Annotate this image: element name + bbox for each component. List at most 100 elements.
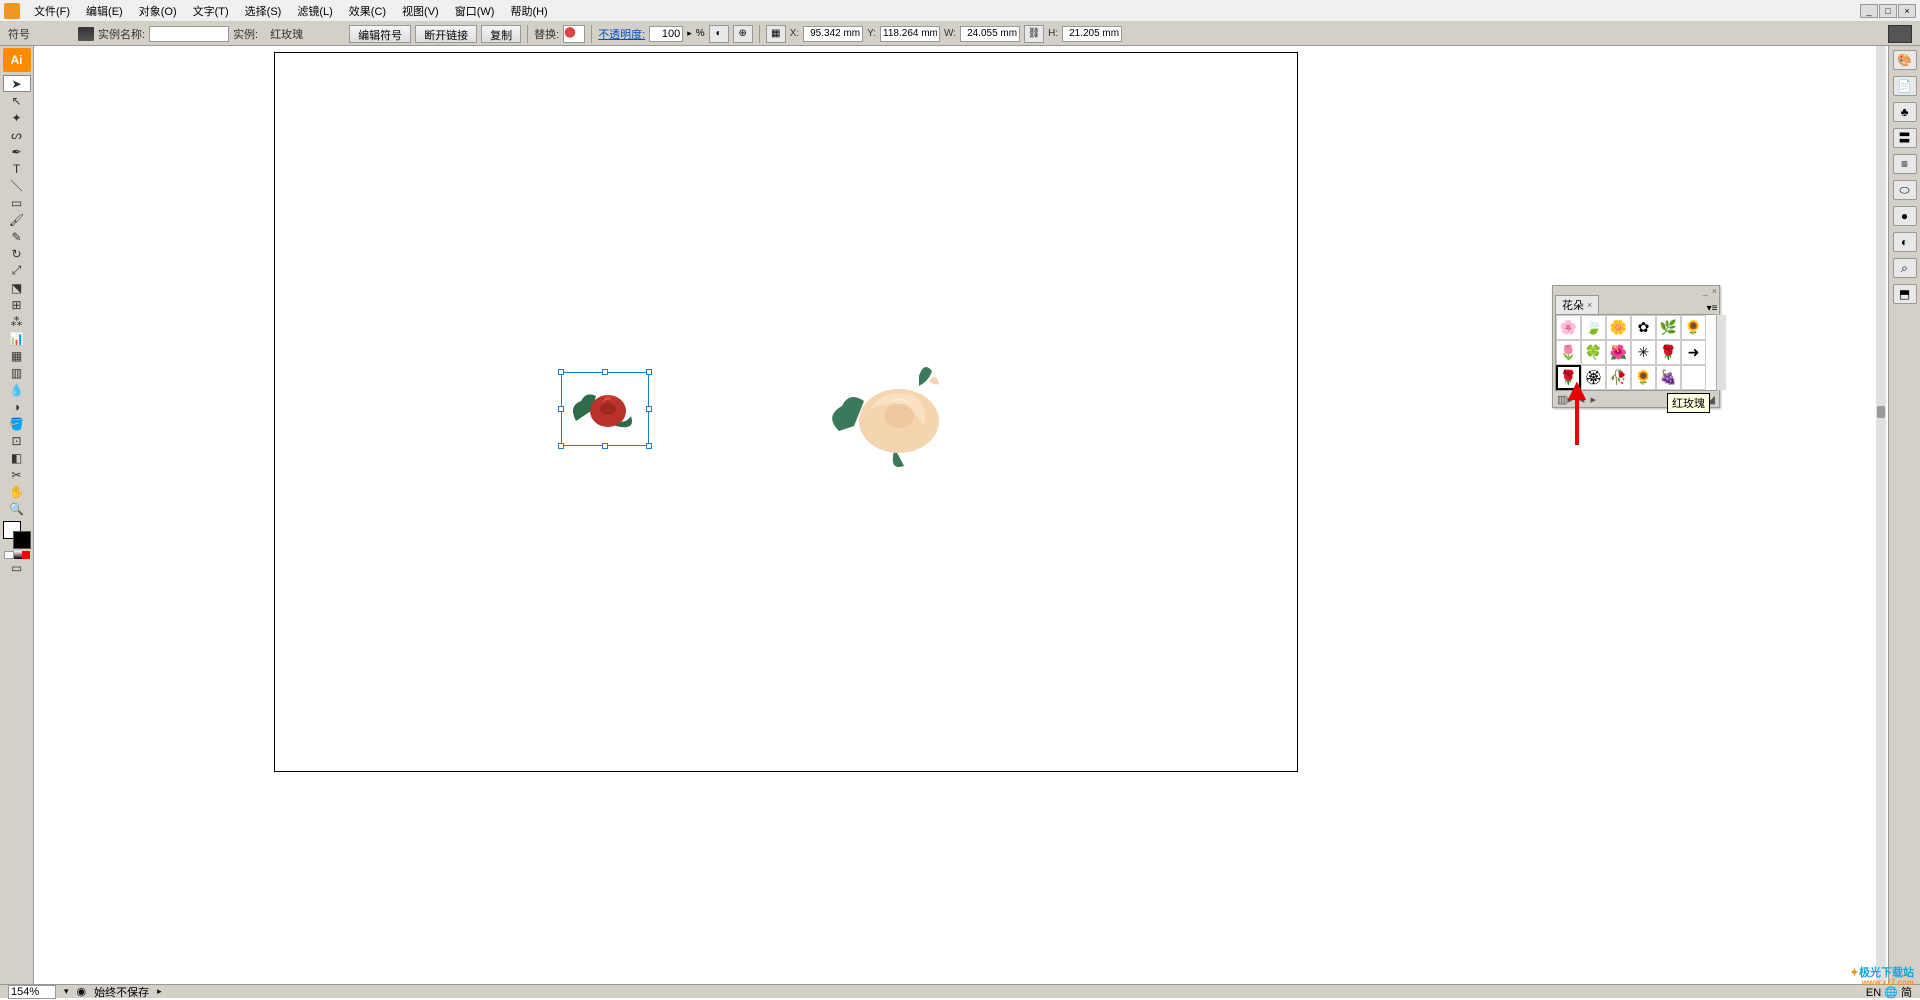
panel-tab-flowers[interactable]: 花朵 × (1555, 295, 1599, 314)
mesh-tool[interactable]: ▦ (3, 347, 31, 364)
h-input[interactable] (1062, 26, 1122, 42)
x-input[interactable] (803, 26, 863, 42)
panel-close-icon[interactable]: × (1712, 286, 1717, 298)
w-input[interactable] (960, 26, 1020, 42)
symbol-cell[interactable]: 🌻 (1681, 315, 1706, 340)
symbol-cell[interactable]: 🌺 (1606, 340, 1631, 365)
gradient-tool[interactable]: ▥ (3, 364, 31, 381)
crop-tool[interactable]: ⊡ (3, 432, 31, 449)
type-tool[interactable]: T (3, 160, 31, 177)
eraser-tool[interactable]: ◧ (3, 449, 31, 466)
panel-min-icon[interactable]: _ (1703, 286, 1708, 298)
reference-point-icon[interactable]: ▦ (766, 25, 786, 43)
style-icon[interactable]: ◐ (709, 25, 729, 43)
tab-close-icon[interactable]: × (1587, 300, 1592, 310)
zoom-tool[interactable]: 🔍 (3, 500, 31, 517)
symbol-cell[interactable]: 🌻 (1631, 365, 1656, 390)
dock-swatch-icon[interactable]: ♣ (1893, 102, 1917, 122)
magic-wand-tool[interactable]: ✦ (3, 109, 31, 126)
menu-file[interactable]: 文件(F) (26, 1, 78, 21)
symbol-cell[interactable]: ✳ (1631, 340, 1656, 365)
dock-symbol-icon[interactable]: ⬒ (1893, 284, 1917, 304)
handle-tm[interactable] (602, 369, 608, 375)
symbol-cell[interactable]: 🌿 (1656, 315, 1681, 340)
dock-trans-icon[interactable]: ⬭ (1893, 180, 1917, 200)
menu-object[interactable]: 对象(O) (131, 1, 185, 21)
stroke-swatch[interactable] (13, 531, 31, 549)
rectangle-tool[interactable]: ▭ (3, 194, 31, 211)
handle-br[interactable] (646, 443, 652, 449)
panel-toggle-icon[interactable] (1888, 25, 1912, 43)
opacity-input[interactable] (649, 26, 683, 42)
handle-mr[interactable] (646, 406, 652, 412)
menu-filter[interactable]: 滤镜(L) (289, 1, 340, 21)
screen-mode-tool[interactable]: ▭ (3, 559, 31, 576)
symbol-cell[interactable]: ➜ (1681, 340, 1706, 365)
dock-color-icon[interactable]: 🎨 (1893, 50, 1917, 70)
duplicate-button[interactable]: 复制 (481, 25, 521, 43)
menu-effect[interactable]: 效果(C) (341, 1, 394, 21)
dock-doc-icon[interactable]: 📄 (1893, 76, 1917, 96)
opacity-label[interactable]: 不透明度: (598, 26, 645, 42)
zoom-dropdown-icon[interactable]: ▾ (64, 986, 69, 997)
free-transform-tool[interactable]: ⊞ (3, 296, 31, 313)
maximize-button[interactable]: □ (1879, 4, 1897, 18)
panel-scrollbar[interactable] (1716, 315, 1726, 390)
symbol-cell[interactable]: 🍃 (1581, 315, 1606, 340)
symbol-sprayer-tool[interactable]: ⁂ (3, 313, 31, 330)
direct-selection-tool[interactable]: ↖ (3, 92, 31, 109)
symbol-cell[interactable] (1681, 365, 1706, 390)
opacity-arrow-icon[interactable]: ▸ (687, 28, 692, 39)
handle-ml[interactable] (558, 406, 564, 412)
hand-tool[interactable]: ✋ (3, 483, 31, 500)
handle-tr[interactable] (646, 369, 652, 375)
dock-graphic-icon[interactable]: ◐ (1893, 232, 1917, 252)
fill-stroke-swatch[interactable] (3, 521, 31, 549)
selection-tool[interactable]: ➤ (3, 75, 31, 92)
symbol-cell[interactable]: 🌷 (1556, 340, 1581, 365)
rotate-tool[interactable]: ↻ (3, 245, 31, 262)
selection-bbox[interactable] (561, 372, 649, 446)
handle-bm[interactable] (602, 443, 608, 449)
close-button[interactable]: × (1898, 4, 1916, 18)
next-icon[interactable]: ▸ (1590, 393, 1596, 406)
menu-edit[interactable]: 编辑(E) (78, 1, 131, 21)
break-link-button[interactable]: 断开链接 (415, 25, 477, 43)
handle-tl[interactable] (558, 369, 564, 375)
y-input[interactable] (880, 26, 940, 42)
dock-layers-icon[interactable]: ⌕ (1893, 258, 1917, 278)
panel-menu-icon[interactable]: ▾≡ (1705, 303, 1719, 314)
recolor-icon[interactable]: ⊕ (733, 25, 753, 43)
zoom-input[interactable]: 154% (8, 985, 56, 999)
doc-nav-icon[interactable]: ◉ (77, 985, 87, 998)
paintbrush-tool[interactable]: 🖌 (3, 211, 31, 228)
live-paint-tool[interactable]: 🪣 (3, 415, 31, 432)
graph-tool[interactable]: 📊 (3, 330, 31, 347)
symbol-cell[interactable]: 🍇 (1656, 365, 1681, 390)
menu-window[interactable]: 窗口(W) (447, 1, 503, 21)
dock-appear-icon[interactable]: ● (1893, 206, 1917, 226)
warp-tool[interactable]: ⬔ (3, 279, 31, 296)
symbol-cell[interactable]: 🥀 (1606, 365, 1631, 390)
minimize-button[interactable]: _ (1860, 4, 1878, 18)
handle-bl[interactable] (558, 443, 564, 449)
line-tool[interactable]: ＼ (3, 177, 31, 194)
symbol-cell[interactable]: ✿ (1631, 315, 1656, 340)
symbol-cell[interactable]: 🌹 (1656, 340, 1681, 365)
pen-tool[interactable]: ✒ (3, 143, 31, 160)
status-menu-icon[interactable]: ▸ (157, 986, 162, 997)
peach-rose-symbol[interactable] (824, 356, 964, 476)
instance-name-input[interactable] (149, 26, 229, 42)
scrollbar-thumb[interactable] (1877, 406, 1885, 418)
link-wh-icon[interactable]: ⛓ (1024, 25, 1044, 43)
edit-symbol-button[interactable]: 编辑符号 (349, 25, 411, 43)
menu-text[interactable]: 文字(T) (185, 1, 237, 21)
scissors-tool[interactable]: ✂ (3, 466, 31, 483)
dock-grad-icon[interactable]: ≡ (1893, 154, 1917, 174)
menu-view[interactable]: 视图(V) (394, 1, 447, 21)
menu-help[interactable]: 帮助(H) (502, 1, 555, 21)
eyedropper-tool[interactable]: 💧 (3, 381, 31, 398)
symbol-cell[interactable]: 🍀 (1581, 340, 1606, 365)
color-mode-bar[interactable] (4, 551, 30, 559)
dock-stroke-icon[interactable]: 〓 (1893, 128, 1917, 148)
